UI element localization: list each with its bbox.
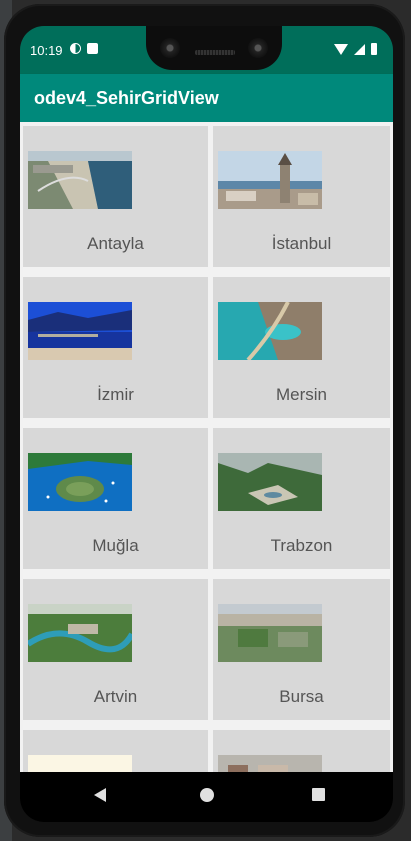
city-name: Trabzon [270,536,333,555]
city-name: Muğla [92,536,139,555]
grid-item-mugla[interactable]: Muğla [23,428,208,569]
app-bar: odev4_SehirGridView [20,74,393,122]
grid-item-antalya[interactable]: Antayla [23,126,208,267]
city-name: Mersin [275,385,327,404]
recents-icon[interactable] [312,788,325,801]
camera-notch [146,26,282,70]
wifi-icon [334,43,348,55]
status-icons-right [334,43,377,55]
phone-frame: 10:19 odev4_SehirGridView Antayla İstanb… [4,4,405,837]
city-name: İstanbul [271,234,332,253]
circle-half-icon [70,43,81,54]
grid-item-artvin[interactable]: Artvin [23,579,208,720]
earpiece-speaker [195,50,235,55]
grid-item-partial[interactable] [23,730,208,772]
sd-card-icon [87,43,98,54]
grid-item-trabzon[interactable]: Trabzon [213,428,390,569]
grid-item-istanbul[interactable]: İstanbul [213,126,390,267]
antalya-coast-icon [28,151,132,209]
grid-item-bursa[interactable]: Bursa [213,579,390,720]
artvin-river-icon [28,604,132,662]
home-icon[interactable] [200,788,214,802]
signal-icon [354,43,365,55]
city-name: Antayla [87,234,144,253]
trabzon-valley-icon [218,453,322,511]
grid-item-partial[interactable] [213,730,390,772]
status-icons-left [70,43,98,54]
mersin-coast-icon [218,302,322,360]
status-time: 10:19 [30,43,63,58]
navigation-bar [20,772,393,822]
grid-item-izmir[interactable]: İzmir [23,277,208,418]
mugla-island-icon [28,453,132,511]
partial-thumbnail-icon [28,755,132,772]
front-camera-icon [160,38,180,58]
partial-thumbnail-icon [218,755,322,772]
city-name: İzmir [97,385,134,404]
izmir-bay-icon [28,302,132,360]
istanbul-galata-icon [218,151,322,209]
bursa-city-icon [218,604,322,662]
city-name: Bursa [279,687,324,706]
device-screen: 10:19 odev4_SehirGridView Antayla İstanb… [20,26,393,822]
city-grid-view[interactable]: Antayla İstanbul İzmir Mersin Muğla Trab… [20,122,393,772]
city-name: Artvin [93,687,138,706]
app-title: odev4_SehirGridView [34,88,219,108]
back-icon[interactable] [94,788,106,802]
front-camera-icon [248,38,268,58]
grid-item-mersin[interactable]: Mersin [213,277,390,418]
battery-icon [371,43,377,55]
